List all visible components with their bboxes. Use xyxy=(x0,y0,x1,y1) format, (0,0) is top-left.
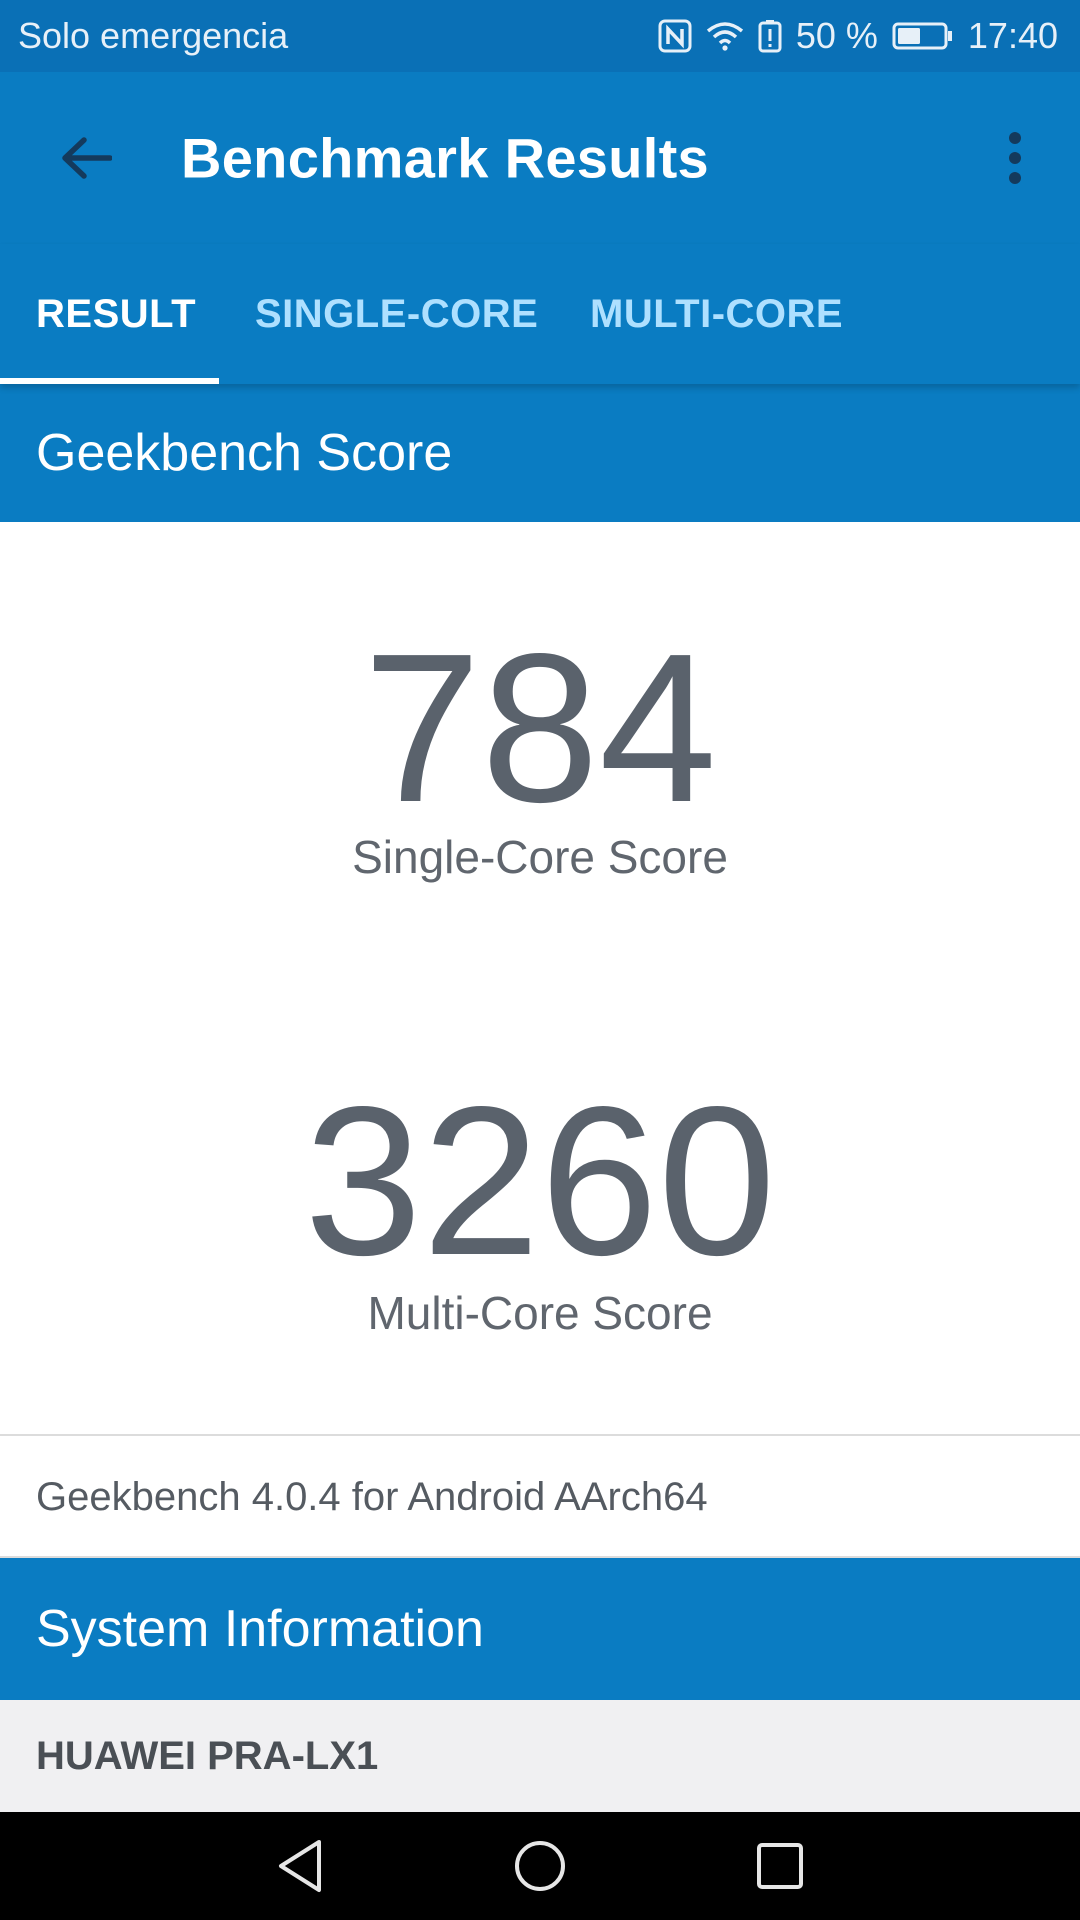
score-area: 784 Single-Core Score 3260 Multi-Core Sc… xyxy=(0,522,1080,1434)
tab-result[interactable]: RESULT xyxy=(36,244,196,384)
battery-alert-icon xyxy=(758,19,782,53)
nav-home-button[interactable] xyxy=(480,1812,600,1920)
square-recents-icon xyxy=(757,1843,803,1889)
nav-recents-button[interactable] xyxy=(720,1812,840,1920)
status-icons: 50 % 17:40 xyxy=(658,15,1058,57)
navigation-bar xyxy=(0,1812,1080,1920)
tab-bar: RESULT SINGLE-CORE MULTI-CORE xyxy=(0,244,1080,384)
more-vert-icon xyxy=(1009,132,1021,184)
carrier-label: Solo emergencia xyxy=(18,15,289,56)
version-info: Geekbench 4.0.4 for Android AArch64 xyxy=(0,1436,1080,1558)
app-bar: Benchmark Results xyxy=(0,72,1080,244)
device-model: HUAWEI PRA-LX1 xyxy=(0,1700,1080,1812)
tab-indicator xyxy=(0,378,219,384)
tab-single-core[interactable]: SINGLE-CORE xyxy=(255,244,538,384)
battery-icon xyxy=(892,21,954,51)
back-button[interactable] xyxy=(46,118,126,198)
page-title: Benchmark Results xyxy=(181,126,709,190)
nav-back-button[interactable] xyxy=(240,1812,360,1920)
overflow-menu-button[interactable] xyxy=(980,118,1050,198)
triangle-back-icon xyxy=(279,1840,321,1892)
system-information-header: System Information xyxy=(0,1558,1080,1700)
single-core-score: 784 xyxy=(363,609,717,846)
multi-core-score: 3260 xyxy=(304,1062,776,1299)
screen: Solo emergencia 50 % 17:40 Benchmark Res… xyxy=(0,0,1080,1920)
tab-multi-core[interactable]: MULTI-CORE xyxy=(590,244,843,384)
circle-home-icon xyxy=(515,1841,565,1891)
multi-core-label: Multi-Core Score xyxy=(367,1287,713,1339)
geekbench-score-header: Geekbench Score xyxy=(0,384,1080,522)
arrow-back-icon xyxy=(62,137,112,179)
clock: 17:40 xyxy=(967,15,1058,56)
single-core-label: Single-Core Score xyxy=(352,831,728,883)
status-bar: Solo emergencia 50 % 17:40 xyxy=(0,0,1080,72)
nfc-icon xyxy=(658,19,692,53)
battery-percent: 50 % xyxy=(795,15,878,56)
wifi-icon xyxy=(706,21,744,51)
